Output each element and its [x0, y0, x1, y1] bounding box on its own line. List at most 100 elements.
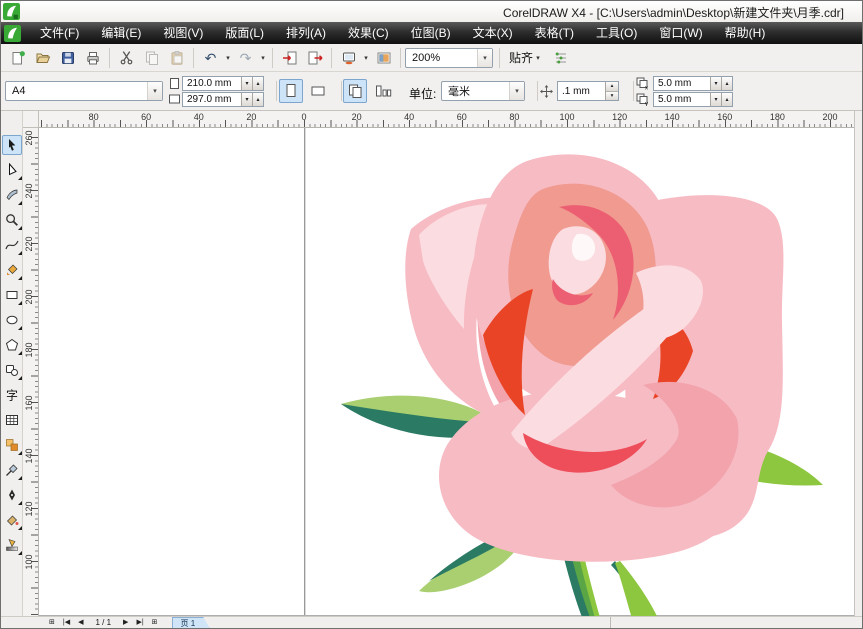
redo-dropdown[interactable]: ▾ [258, 54, 268, 62]
tool-smart-fill[interactable] [2, 260, 22, 280]
export-button[interactable] [302, 47, 327, 69]
spin-down-icon[interactable]: ▾ [606, 92, 618, 101]
undo-button[interactable]: ↶ [198, 47, 223, 69]
tool-interactive-blend[interactable] [2, 435, 22, 455]
cut-button[interactable] [114, 47, 139, 69]
menu-item-text[interactable]: 文本(X) [462, 22, 524, 44]
nudge-offset-field[interactable]: .1 mm ▴▾ [557, 81, 619, 101]
menu-item-tools[interactable]: 工具(O) [585, 22, 648, 44]
menu-item-edit[interactable]: 编辑(E) [90, 22, 152, 44]
tool-table[interactable] [2, 410, 22, 430]
menu-item-help[interactable]: 帮助(H) [714, 22, 777, 44]
new-document-icon [10, 50, 26, 66]
paper-width-field[interactable]: 210.0 mm ▾▴ [182, 76, 264, 91]
spin-up-icon[interactable]: ▴ [721, 93, 732, 106]
add-page-icon[interactable]: ⊞ [148, 617, 162, 628]
ruler-vertical[interactable]: 260240220200180160140120100 [23, 128, 39, 616]
current-page-button[interactable] [371, 79, 395, 103]
tool-text[interactable]: 字 [2, 385, 22, 405]
flyout-arrow [18, 326, 22, 330]
tool-freehand[interactable] [2, 235, 22, 255]
window-title: CorelDRAW X4 - [C:\Users\admin\Desktop\新… [503, 4, 844, 21]
copy-button[interactable] [139, 47, 164, 69]
application-launcher-button[interactable] [336, 47, 361, 69]
zoom-level-combo[interactable]: 200% ▾ [405, 48, 493, 68]
menu-item-file[interactable]: 文件(F) [29, 22, 90, 44]
paste-button[interactable] [164, 47, 189, 69]
tool-pick[interactable] [2, 135, 22, 155]
duplicate-x-value: 5.0 mm [658, 78, 691, 89]
snap-options-button[interactable] [548, 47, 573, 69]
open-button[interactable] [30, 47, 55, 69]
spin-down-icon[interactable]: ▾ [710, 77, 721, 90]
page-tab-1[interactable]: 页 1 [172, 617, 211, 628]
first-page-button[interactable]: |◀ [59, 617, 74, 628]
spin-down-icon[interactable]: ▾ [710, 93, 721, 106]
duplicate-x-field[interactable]: 5.0 mm ▾▴ [653, 76, 733, 91]
spin-up-icon[interactable]: ▴ [721, 77, 732, 90]
redo-button[interactable]: ↷ [233, 47, 258, 69]
flyout-arrow [18, 176, 22, 180]
print-button[interactable] [80, 47, 105, 69]
tool-eyedropper[interactable] [2, 460, 22, 480]
landscape-orientation-button[interactable] [306, 79, 330, 103]
menu-item-effects[interactable]: 效果(C) [337, 22, 400, 44]
ruler-h-label: 20 [352, 112, 362, 122]
paper-size-combo[interactable]: A4 ▾ [5, 81, 163, 101]
welcome-screen-button[interactable] [371, 47, 396, 69]
tool-basic-shapes[interactable] [2, 360, 22, 380]
right-sepal[interactable] [615, 561, 661, 616]
ruler-origin-box[interactable] [23, 111, 39, 128]
next-page-button[interactable]: ▶ [119, 617, 132, 628]
menu-item-layout[interactable]: 版面(L) [214, 22, 275, 44]
tool-polygon[interactable] [2, 335, 22, 355]
tool-shape[interactable] [2, 160, 22, 180]
units-combo[interactable]: 毫米 ▾ [441, 81, 525, 101]
paper-height-field[interactable]: 297.0 mm ▾▴ [182, 92, 264, 107]
stacked-pages-icon [346, 82, 364, 100]
undo-dropdown[interactable]: ▾ [223, 54, 233, 62]
tool-ellipse[interactable] [2, 310, 22, 330]
table-grid-icon [5, 413, 19, 427]
tool-zoom[interactable] [2, 210, 22, 230]
toolbar-separator [499, 48, 500, 68]
document-app-icon[interactable] [4, 25, 21, 42]
import-button[interactable] [277, 47, 302, 69]
menu-item-arrange[interactable]: 排列(A) [275, 22, 337, 44]
tool-rectangle[interactable] [2, 285, 22, 305]
menu-item-window[interactable]: 窗口(W) [648, 22, 713, 44]
menu-item-view[interactable]: 视图(V) [152, 22, 214, 44]
tool-crop[interactable] [2, 185, 22, 205]
spin-up-icon[interactable]: ▴ [606, 82, 618, 92]
previous-page-button[interactable]: ◀ [74, 617, 87, 628]
ruler-horizontal[interactable]: 80604020020406080100120140160180200 [39, 111, 854, 128]
menu-item-table[interactable]: 表格(T) [524, 22, 585, 44]
duplicate-y-field[interactable]: 5.0 mm ▾▴ [653, 92, 733, 107]
spin-down-icon[interactable]: ▾ [241, 93, 252, 106]
eyedropper-icon [5, 463, 19, 477]
snap-to-button[interactable]: 贴齐 ▾ [504, 47, 548, 69]
all-pages-button[interactable] [343, 79, 367, 103]
ruler-h-label: 80 [89, 112, 99, 122]
propbar-separator [537, 81, 538, 101]
tool-fill[interactable] [2, 510, 22, 530]
tool-outline[interactable] [2, 485, 22, 505]
paper-width-icon [169, 77, 180, 90]
ruler-h-label: 160 [717, 112, 732, 122]
launcher-dropdown[interactable]: ▾ [361, 54, 371, 62]
save-button[interactable] [55, 47, 80, 69]
right-scrollbar-sliver[interactable] [854, 111, 862, 617]
spin-down-icon[interactable]: ▾ [241, 77, 252, 90]
drawing-canvas[interactable] [39, 128, 854, 616]
landscape-icon [309, 82, 327, 100]
rose-artwork[interactable] [331, 133, 854, 616]
last-page-button[interactable]: ▶| [132, 617, 147, 628]
paper-size-value: A4 [12, 85, 25, 97]
spin-up-icon[interactable]: ▴ [252, 77, 263, 90]
spin-up-icon[interactable]: ▴ [252, 93, 263, 106]
portrait-orientation-button[interactable] [279, 79, 303, 103]
add-page-icon[interactable]: ⊞ [45, 617, 59, 628]
tool-interactive-fill[interactable] [2, 535, 22, 555]
new-button[interactable] [5, 47, 30, 69]
menu-item-bitmaps[interactable]: 位图(B) [400, 22, 462, 44]
